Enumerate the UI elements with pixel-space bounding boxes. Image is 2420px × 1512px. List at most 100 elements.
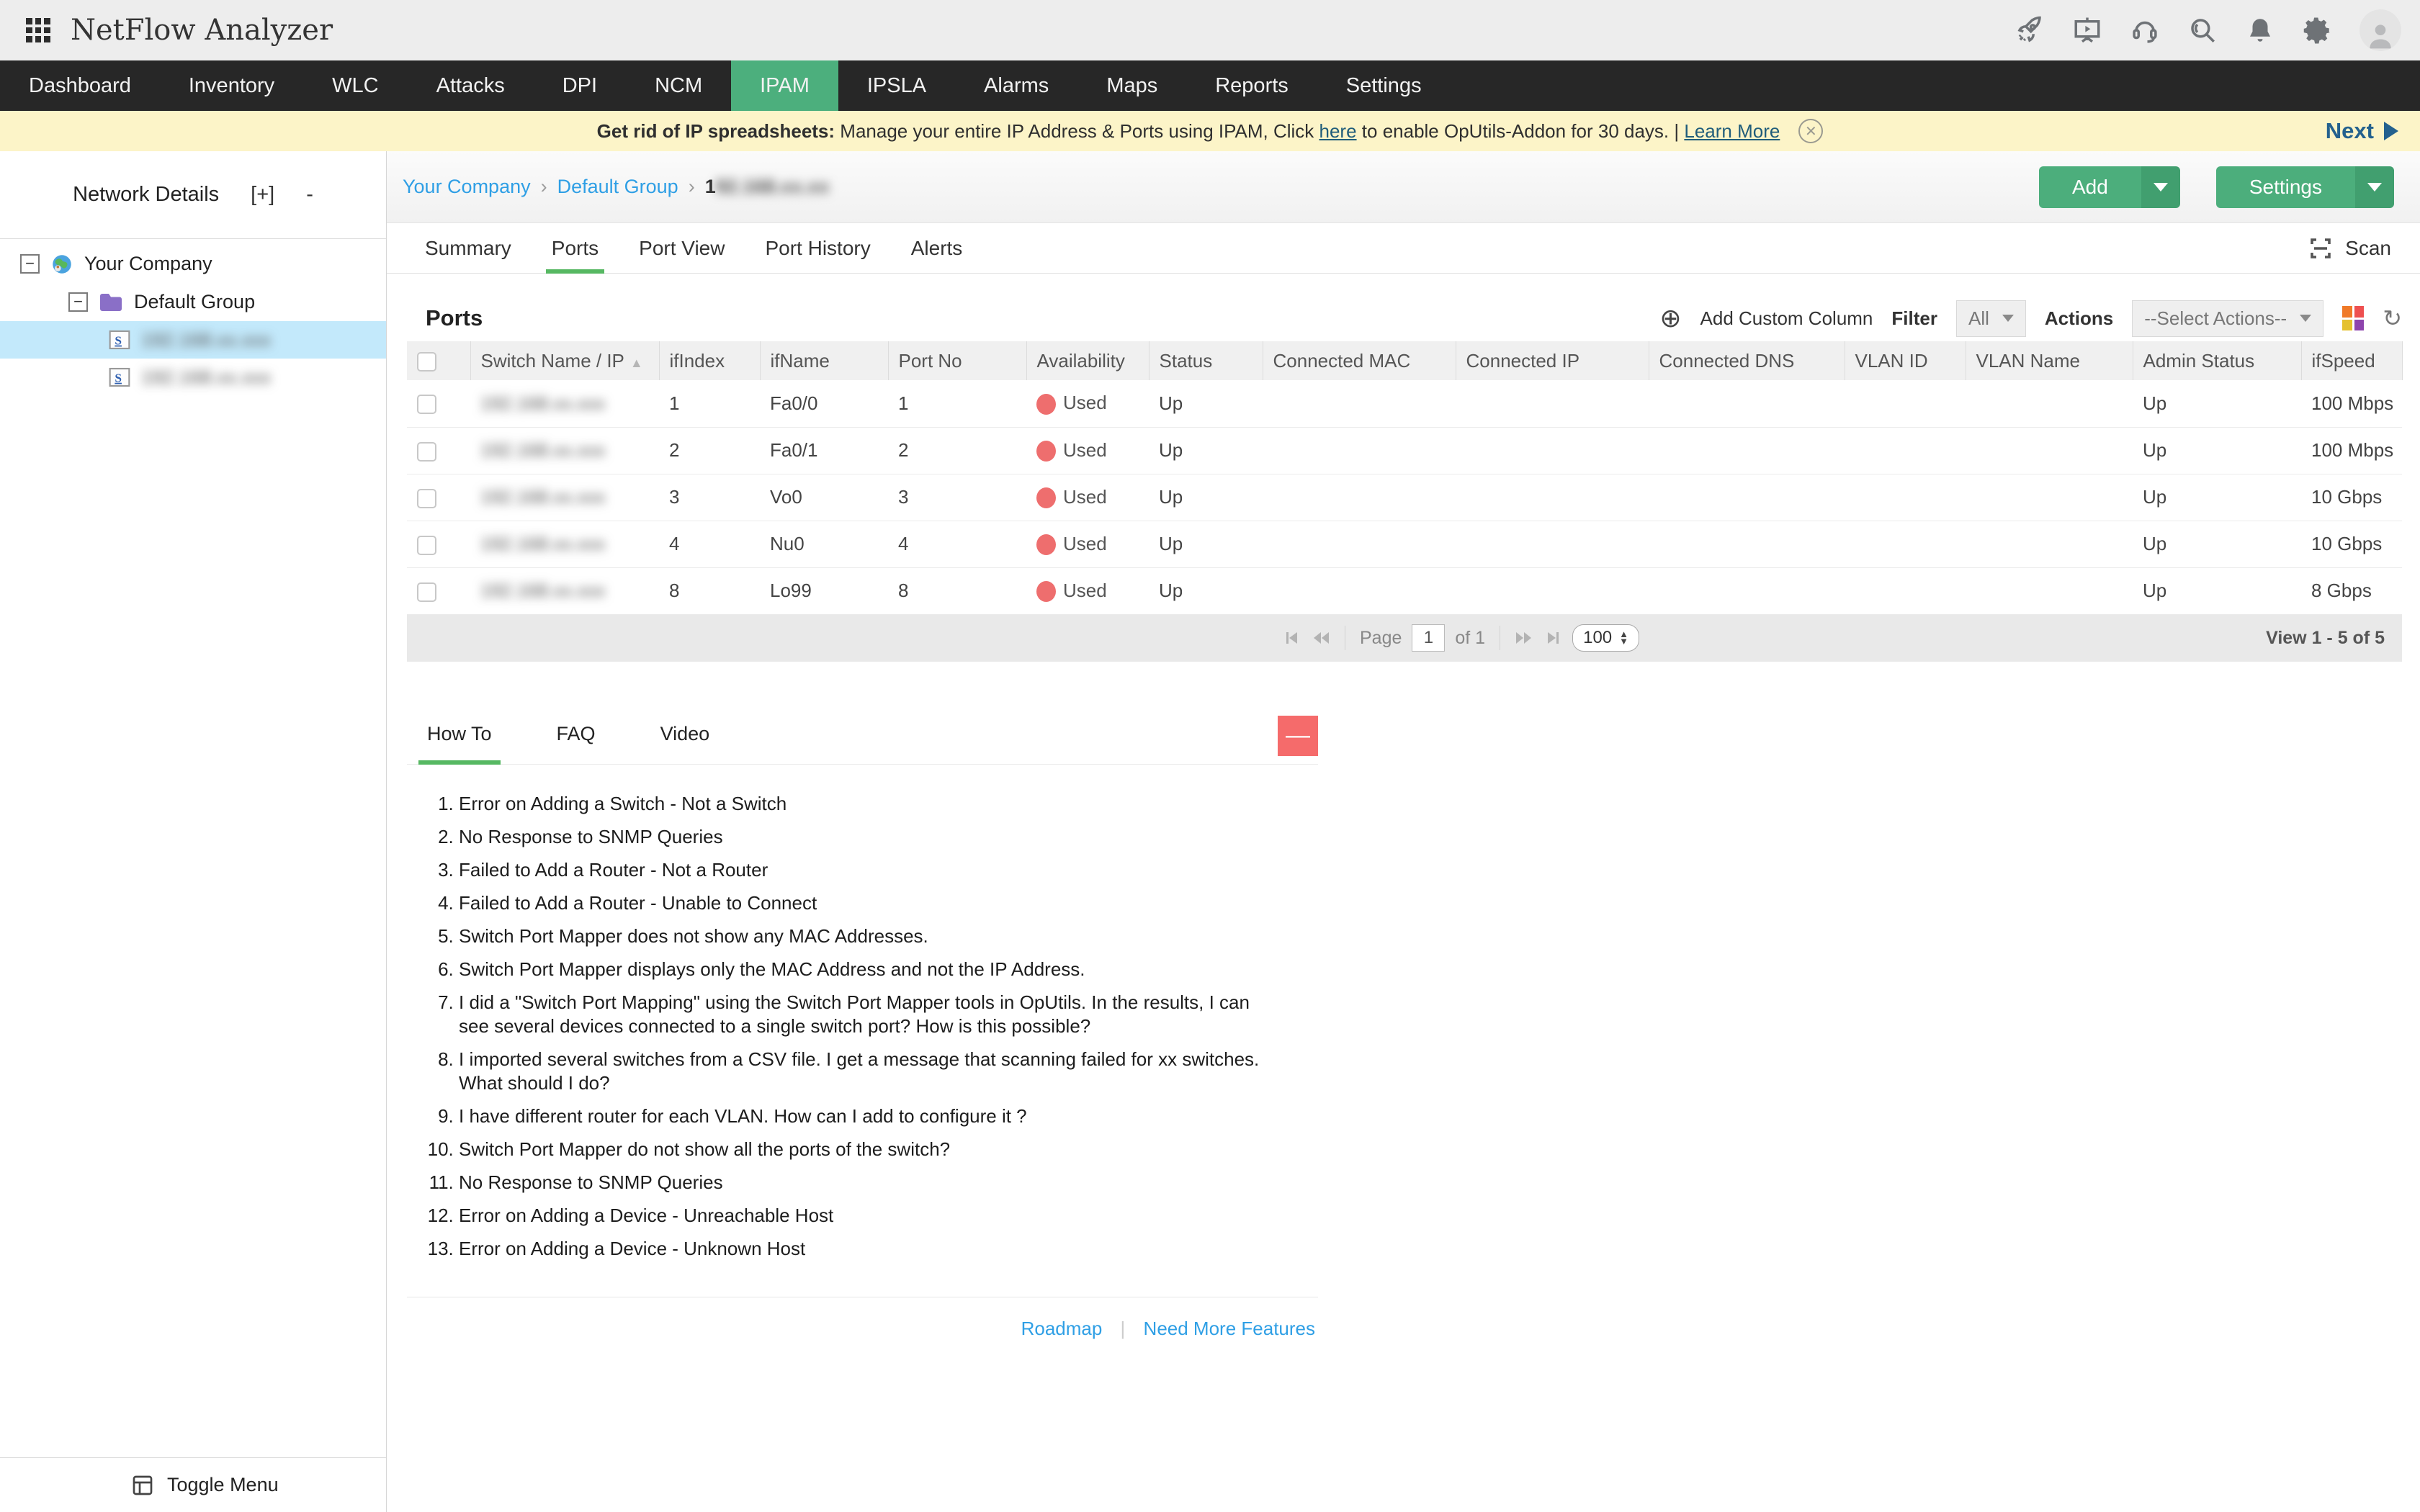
device-tab[interactable]: Port History <box>765 223 870 274</box>
notifications-bell-icon[interactable] <box>2244 14 2276 46</box>
column-header[interactable]: VLAN ID <box>1845 341 1966 380</box>
table-row[interactable]: 192.168.xx.xxx 8 Lo99 8 Used Up Up 8 Gbp… <box>407 567 2402 614</box>
row-checkbox[interactable] <box>417 536 436 555</box>
breadcrumb-default-group[interactable]: Default Group <box>557 176 678 198</box>
nav-item[interactable]: IPAM <box>731 60 838 111</box>
help-topic-link[interactable]: Error on Adding a Device - Unreachable H… <box>459 1204 1278 1228</box>
banner-learn-more-link[interactable]: Learn More <box>1684 120 1780 142</box>
search-icon[interactable] <box>2187 14 2218 46</box>
tree-node-device[interactable]: S 192.168.xx.xxx <box>0 359 386 396</box>
help-topic-link[interactable]: No Response to SNMP Queries <box>459 1171 1278 1194</box>
page-number-input[interactable] <box>1412 624 1445 652</box>
settings-gear-icon[interactable] <box>2302 14 2334 46</box>
column-header[interactable]: Port No <box>888 341 1026 380</box>
previous-page-icon[interactable] <box>1312 629 1330 647</box>
device-tab[interactable]: Port View <box>639 223 725 274</box>
device-tab[interactable]: Ports <box>552 223 599 274</box>
filter-select[interactable]: All <box>1956 300 2026 337</box>
nav-item[interactable]: Inventory <box>160 60 303 111</box>
nav-item[interactable]: Alarms <box>955 60 1077 111</box>
column-header[interactable]: Status <box>1149 341 1263 380</box>
help-topic-link[interactable]: Switch Port Mapper do not show all the p… <box>459 1138 1278 1161</box>
table-row[interactable]: 192.168.xx.xxx 4 Nu0 4 Used Up Up 10 Gbp… <box>407 521 2402 567</box>
table-row[interactable]: 192.168.xx.xxx 2 Fa0/1 2 Used Up Up 100 … <box>407 427 2402 474</box>
last-page-icon[interactable] <box>1543 629 1562 647</box>
help-topic-link[interactable]: Error on Adding a Device - Unknown Host <box>459 1237 1278 1261</box>
help-collapse-button[interactable]: — <box>1278 716 1318 756</box>
roadmap-link[interactable]: Roadmap <box>1021 1318 1103 1339</box>
column-header[interactable]: VLAN Name <box>1966 341 2133 380</box>
help-tab[interactable]: Video <box>660 707 710 765</box>
help-topic-link[interactable]: Switch Port Mapper displays only the MAC… <box>459 958 1278 981</box>
help-topic-link[interactable]: No Response to SNMP Queries <box>459 825 1278 849</box>
rocket-icon[interactable] <box>2014 14 2045 46</box>
tree-node-device[interactable]: S 192.168.xx.xxx <box>0 321 386 359</box>
collapse-node-icon[interactable]: − <box>68 292 88 312</box>
toggle-menu-button[interactable]: Toggle Menu <box>0 1457 386 1512</box>
demo-screen-icon[interactable] <box>2071 14 2103 46</box>
banner-next-button[interactable]: Next <box>2326 111 2398 151</box>
help-topic-link[interactable]: Failed to Add a Router - Unable to Conne… <box>459 891 1278 915</box>
help-topic-link[interactable]: Error on Adding a Switch - Not a Switch <box>459 792 1278 816</box>
help-topic-link[interactable]: I have different router for each VLAN. H… <box>459 1104 1278 1128</box>
nav-item[interactable]: Attacks <box>408 60 534 111</box>
tree-node-company[interactable]: − Your Company <box>0 245 386 283</box>
table-row[interactable]: 192.168.xx.xxx 1 Fa0/0 1 Used Up Up 100 … <box>407 380 2402 427</box>
nav-item[interactable]: DPI <box>534 60 626 111</box>
device-tab[interactable]: Alerts <box>911 223 963 274</box>
table-row[interactable]: 192.168.xx.xxx 3 Vo0 3 Used Up Up 10 Gbp… <box>407 474 2402 521</box>
refresh-icon[interactable]: ↻ <box>2383 305 2402 332</box>
device-tab[interactable]: Summary <box>425 223 511 274</box>
collapse-node-icon[interactable]: − <box>20 254 40 274</box>
support-headset-icon[interactable] <box>2129 14 2161 46</box>
add-dropdown-arrow[interactable] <box>2141 166 2180 208</box>
column-header[interactable]: ifIndex <box>659 341 760 380</box>
add-button[interactable]: Add <box>2039 166 2180 208</box>
help-topic-link[interactable]: Failed to Add a Router - Not a Router <box>459 858 1278 882</box>
breadcrumb-your-company[interactable]: Your Company <box>403 176 531 198</box>
row-checkbox[interactable] <box>417 582 436 602</box>
tree-node-default-group[interactable]: − Default Group <box>0 283 386 321</box>
help-topic-link[interactable]: Switch Port Mapper does not show any MAC… <box>459 924 1278 948</box>
need-more-features-link[interactable]: Need More Features <box>1144 1318 1315 1339</box>
help-topic-link[interactable]: I imported several switches from a CSV f… <box>459 1048 1278 1095</box>
column-header[interactable]: Switch Name / IP▲ <box>470 341 659 380</box>
add-icon[interactable]: ⊕ <box>1659 305 1681 331</box>
settings-dropdown-arrow[interactable] <box>2355 166 2394 208</box>
column-header[interactable]: Connected MAC <box>1263 341 1456 380</box>
column-header[interactable]: Admin Status <box>2133 341 2301 380</box>
row-checkbox[interactable] <box>417 442 436 462</box>
nav-item[interactable]: IPSLA <box>838 60 955 111</box>
scan-button[interactable]: Scan <box>2308 223 2391 274</box>
collapse-all-control[interactable]: - <box>306 183 313 207</box>
nav-item[interactable]: Dashboard <box>0 60 160 111</box>
nav-item[interactable]: Settings <box>1317 60 1451 111</box>
user-avatar[interactable] <box>2360 9 2401 51</box>
help-tab[interactable]: FAQ <box>557 707 596 765</box>
column-header[interactable]: Connected IP <box>1456 341 1649 380</box>
select-all-checkbox[interactable] <box>417 352 436 372</box>
nav-item[interactable]: Maps <box>1077 60 1186 111</box>
page-size-select[interactable]: 100 ▲▼ <box>1572 624 1639 652</box>
expand-all-control[interactable]: [+] <box>251 183 274 207</box>
next-page-icon[interactable] <box>1515 629 1533 647</box>
column-header[interactable]: Connected DNS <box>1649 341 1845 380</box>
add-custom-column-button[interactable]: Add Custom Column <box>1700 307 1873 330</box>
first-page-icon[interactable] <box>1283 629 1301 647</box>
actions-select[interactable]: --Select Actions-- <box>2132 300 2323 337</box>
settings-button[interactable]: Settings <box>2216 166 2394 208</box>
help-tab[interactable]: How To <box>427 707 492 765</box>
column-header[interactable]: ifName <box>760 341 888 380</box>
nav-item[interactable]: WLC <box>303 60 407 111</box>
column-chooser-icon[interactable] <box>2342 306 2364 330</box>
banner-close-icon[interactable]: ✕ <box>1798 119 1823 143</box>
nav-item[interactable]: Reports <box>1186 60 1317 111</box>
row-checkbox[interactable] <box>417 395 436 414</box>
apps-grid-icon[interactable] <box>26 18 50 42</box>
nav-item[interactable]: NCM <box>626 60 731 111</box>
row-checkbox[interactable] <box>417 489 436 508</box>
column-header[interactable]: ifSpeed <box>2301 341 2402 380</box>
help-topic-link[interactable]: I did a "Switch Port Mapping" using the … <box>459 991 1278 1038</box>
column-header[interactable]: Availability <box>1026 341 1149 380</box>
banner-here-link[interactable]: here <box>1319 120 1357 142</box>
